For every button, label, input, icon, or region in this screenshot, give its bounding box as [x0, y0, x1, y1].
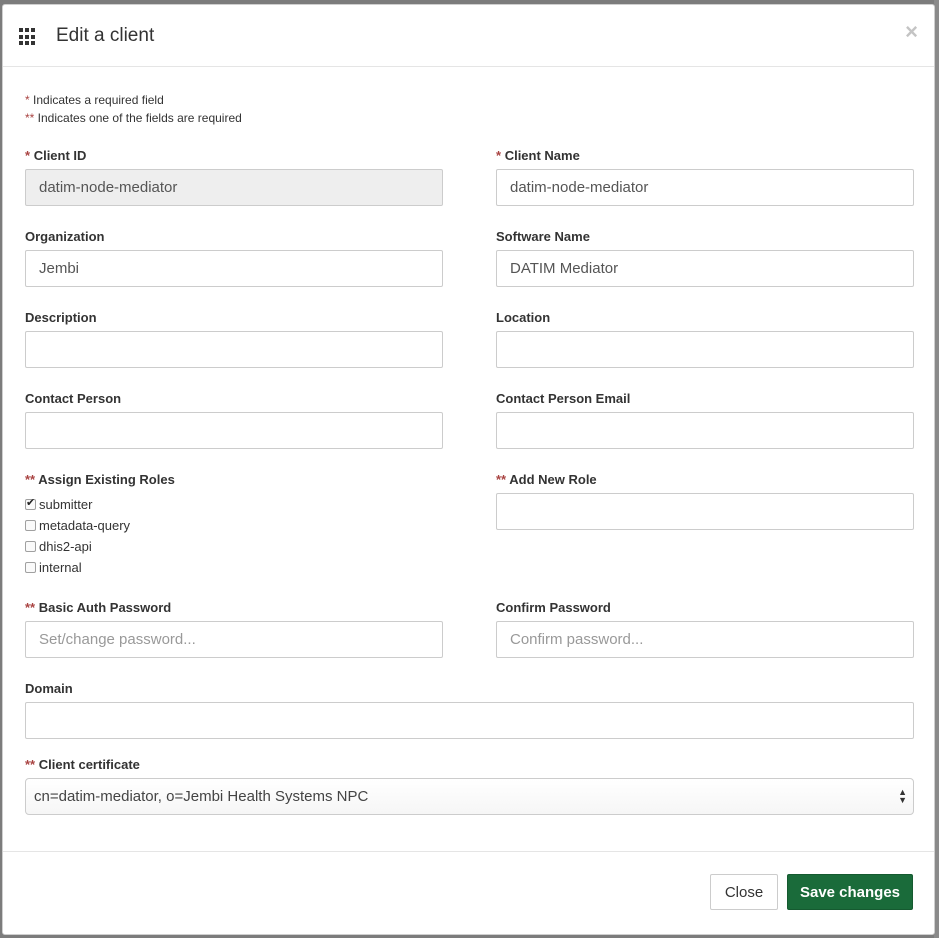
required-notes: * Indicates a required field ** Indicate… — [25, 91, 242, 127]
domain-field[interactable] — [25, 702, 914, 739]
contact-email-field[interactable] — [496, 412, 914, 449]
organization-label: Organization — [25, 229, 105, 244]
role-option[interactable]: dhis2-api — [25, 539, 92, 554]
confirm-password-label: Confirm Password — [496, 600, 611, 615]
client-id-label: * Client ID — [25, 148, 87, 163]
client-certificate-select[interactable]: cn=datim-mediator, o=Jembi Health System… — [25, 778, 914, 815]
add-new-role-field[interactable] — [496, 493, 914, 530]
checkbox[interactable] — [25, 520, 36, 531]
description-label: Description — [25, 310, 97, 325]
software-name-label: Software Name — [496, 229, 590, 244]
one-of-note-text: Indicates one of the fields are required — [34, 111, 242, 125]
grid-icon — [19, 28, 37, 46]
client-name-field[interactable]: datim-node-mediator — [496, 169, 914, 206]
edit-client-modal: Edit a client × * Indicates a required f… — [2, 4, 935, 935]
select-arrows-icon: ▲ ▼ — [898, 787, 907, 805]
client-name-label: * Client Name — [496, 148, 580, 163]
contact-email-label: Contact Person Email — [496, 391, 631, 406]
modal-header: Edit a client × — [3, 5, 934, 67]
checkbox[interactable] — [25, 562, 36, 573]
add-new-role-label: ** Add New Role — [496, 472, 597, 487]
role-option[interactable]: metadata-query — [25, 518, 130, 533]
client-certificate-label: ** Client certificate — [25, 757, 140, 772]
modal-footer: Close Save changes — [3, 851, 934, 935]
role-option[interactable]: submitter — [25, 496, 92, 512]
confirm-password-field[interactable]: Confirm password... — [496, 621, 914, 658]
required-note-text: Indicates a required field — [29, 93, 164, 107]
close-button[interactable]: Close — [710, 874, 778, 910]
role-option[interactable]: internal — [25, 560, 82, 575]
assign-roles-label: ** Assign Existing Roles — [25, 472, 175, 487]
organization-field[interactable]: Jembi — [25, 250, 443, 287]
client-id-field: datim-node-mediator — [25, 169, 443, 206]
description-field[interactable] — [25, 331, 443, 368]
contact-person-label: Contact Person — [25, 391, 122, 406]
basic-auth-password-field[interactable]: Set/change password... — [25, 621, 443, 658]
location-label: Location — [496, 310, 551, 325]
location-field[interactable] — [496, 331, 914, 368]
modal-title: Edit a client — [56, 25, 155, 46]
save-changes-button[interactable]: Save changes — [787, 874, 913, 910]
checkbox-checked[interactable] — [25, 496, 36, 510]
software-name-field[interactable]: DATIM Mediator — [496, 250, 914, 287]
checkbox[interactable] — [25, 541, 36, 552]
client-certificate-value: cn=datim-mediator, o=Jembi Health System… — [34, 788, 369, 805]
one-of-star: ** — [25, 111, 35, 125]
contact-person-field[interactable] — [25, 412, 443, 449]
domain-label: Domain — [25, 681, 73, 696]
basic-auth-label: ** Basic Auth Password — [25, 600, 172, 615]
close-icon[interactable]: × — [905, 21, 918, 43]
